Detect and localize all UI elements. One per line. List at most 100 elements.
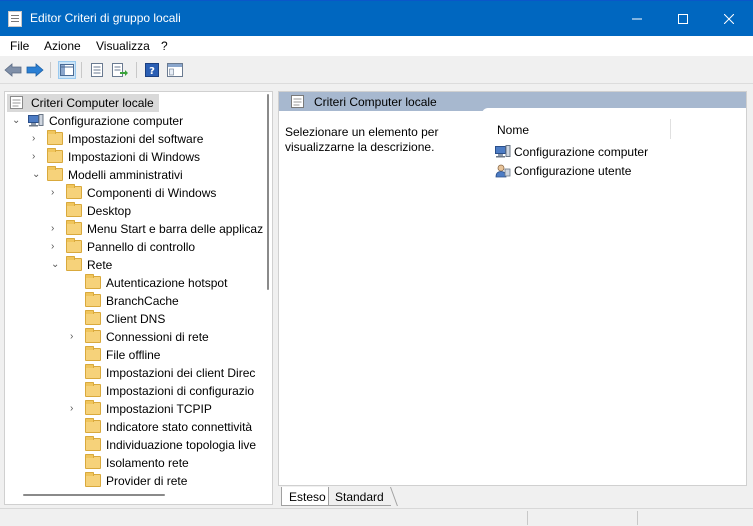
list-item-label: Configurazione utente — [514, 164, 632, 178]
tree-item-desktop[interactable]: Desktop — [5, 202, 265, 220]
status-divider — [637, 511, 638, 525]
description-text: Selezionare un elemento per visualizzarn… — [285, 125, 439, 154]
tree-item-label: Autenticazione hotspot — [106, 276, 228, 290]
folder-icon — [85, 382, 101, 397]
folder-icon — [85, 274, 101, 289]
tree-item-branchcache[interactable]: BranchCache — [5, 292, 265, 310]
chevron-down-icon[interactable]: ⌄ — [51, 259, 61, 271]
folder-icon — [47, 148, 63, 163]
tree-item-client-dns[interactable]: Client DNS — [5, 310, 265, 328]
tree-item-label: Isolamento rete — [106, 456, 189, 470]
maximize-button[interactable] — [660, 1, 706, 36]
forward-button[interactable] — [26, 61, 44, 79]
tree-item-impostazioni-software[interactable]: › Impostazioni del software — [5, 130, 255, 148]
tree-item-menu-start[interactable]: › Menu Start e barra delle applicaz — [5, 220, 265, 238]
folder-icon — [85, 328, 101, 343]
chevron-right-icon[interactable]: › — [51, 241, 61, 253]
tree-item-label: Impostazioni di Windows — [68, 150, 201, 164]
chevron-down-icon[interactable]: ⌄ — [12, 115, 22, 127]
column-separator[interactable] — [670, 119, 671, 139]
tree-item-label: Impostazioni di configurazio — [106, 384, 255, 398]
tree-item-provider-rete[interactable]: Provider di rete — [5, 472, 265, 490]
list-item-label: Configurazione computer — [514, 145, 649, 159]
menu-bar: File Azione Visualizza ? — [0, 36, 753, 56]
header-notch — [482, 108, 746, 114]
details-header-title: Criteri Computer locale — [314, 95, 437, 109]
chevron-right-icon[interactable]: › — [70, 403, 80, 415]
tree-item-configurazione-computer[interactable]: ⌄ Configurazione computer — [5, 112, 255, 130]
tree-root[interactable]: Criteri Computer locale — [7, 94, 159, 112]
policy-document-icon — [291, 95, 304, 108]
show-hide-tree-icon — [60, 64, 74, 76]
tree-item-componenti-windows[interactable]: › Componenti di Windows — [5, 184, 265, 202]
toolbar: ? — [0, 57, 753, 84]
folder-icon — [66, 184, 82, 199]
show-hide-tree-button[interactable] — [58, 61, 76, 79]
menu-azione[interactable]: Azione — [44, 39, 81, 53]
tree-horizontal-scrollbar[interactable] — [23, 494, 165, 496]
view-button[interactable] — [166, 61, 184, 79]
back-icon — [4, 63, 22, 77]
maximize-icon — [678, 13, 688, 24]
chevron-right-icon[interactable]: › — [51, 187, 61, 199]
close-icon — [724, 13, 734, 24]
column-header-nome[interactable]: Nome — [497, 123, 529, 137]
tree-item-label: Rete — [87, 258, 113, 272]
tree-item-label: Client DNS — [106, 312, 166, 326]
tree-item-label: Desktop — [87, 204, 132, 218]
scrollbar-thumb[interactable] — [267, 94, 269, 290]
chevron-right-icon[interactable]: › — [51, 223, 61, 235]
tree-item-label: Impostazioni dei client Direc — [106, 366, 256, 380]
tab-esteso[interactable]: Esteso — [281, 487, 329, 506]
tree-item-individuazione-topologia[interactable]: Individuazione topologia live — [5, 436, 265, 454]
svg-text:?: ? — [149, 66, 155, 77]
folder-icon — [47, 130, 63, 145]
properties-button[interactable] — [88, 61, 106, 79]
tree-item-impostazioni-windows[interactable]: › Impostazioni di Windows — [5, 148, 255, 166]
minimize-button[interactable] — [614, 1, 660, 36]
computer-icon — [495, 145, 511, 158]
tree-item-autenticazione-hotspot[interactable]: Autenticazione hotspot — [5, 274, 265, 292]
export-list-button[interactable] — [111, 61, 129, 79]
tree-item-label: Pannello di controllo — [87, 240, 196, 254]
folder-icon — [66, 202, 82, 217]
tree-item-label: Impostazioni del software — [68, 132, 204, 146]
chevron-right-icon[interactable]: › — [70, 331, 80, 343]
folder-icon — [85, 346, 101, 361]
tree-item-isolamento-rete[interactable]: Isolamento rete — [5, 454, 265, 472]
folder-icon — [85, 472, 101, 487]
title-bar[interactable]: Editor Criteri di gruppo locali — [0, 1, 753, 36]
menu-file[interactable]: File — [10, 39, 29, 53]
tree-item-pannello-controllo[interactable]: › Pannello di controllo — [5, 238, 265, 256]
status-bar — [0, 508, 753, 526]
details-pane[interactable]: Criteri Computer locale Selezionare un e… — [278, 91, 747, 486]
tab-standard[interactable]: Standard — [329, 487, 391, 506]
help-button[interactable]: ? — [143, 61, 161, 79]
tree-item-indicatore-stato[interactable]: Indicatore stato connettività — [5, 418, 265, 436]
tree-item-impostazioni-configurazione[interactable]: Impostazioni di configurazio — [5, 382, 265, 400]
chevron-right-icon[interactable]: › — [32, 151, 42, 163]
toolbar-separator — [81, 62, 82, 78]
properties-icon — [91, 63, 103, 77]
tree-vertical-scrollbar[interactable] — [264, 94, 272, 486]
minimize-icon — [632, 18, 642, 19]
folder-icon — [66, 220, 82, 235]
close-button[interactable] — [706, 1, 752, 36]
menu-help[interactable]: ? — [161, 39, 168, 53]
chevron-right-icon[interactable]: › — [32, 133, 42, 145]
tree-item-modelli-amministrativi[interactable]: ⌄ Modelli amministrativi — [5, 166, 255, 184]
tree-root-label: Criteri Computer locale — [31, 96, 154, 110]
tree-item-label: File offline — [106, 348, 161, 362]
tree-item-impostazioni-client-direct[interactable]: Impostazioni dei client Direc — [5, 364, 265, 382]
tree-item-connessioni-rete[interactable]: › Connessioni di rete — [5, 328, 265, 346]
tree-item-impostazioni-tcpip[interactable]: › Impostazioni TCPIP — [5, 400, 265, 418]
back-button[interactable] — [4, 61, 22, 79]
tree-item-rete[interactable]: ⌄ Rete — [5, 256, 265, 274]
tree-item-file-offline[interactable]: File offline — [5, 346, 265, 364]
folder-icon — [85, 418, 101, 433]
user-icon — [495, 164, 511, 178]
menu-visualizza[interactable]: Visualizza — [96, 39, 150, 53]
folder-icon — [85, 292, 101, 307]
tree-pane[interactable]: Criteri Computer locale ⌄ Configurazione… — [4, 91, 273, 505]
chevron-down-icon[interactable]: ⌄ — [32, 169, 42, 181]
